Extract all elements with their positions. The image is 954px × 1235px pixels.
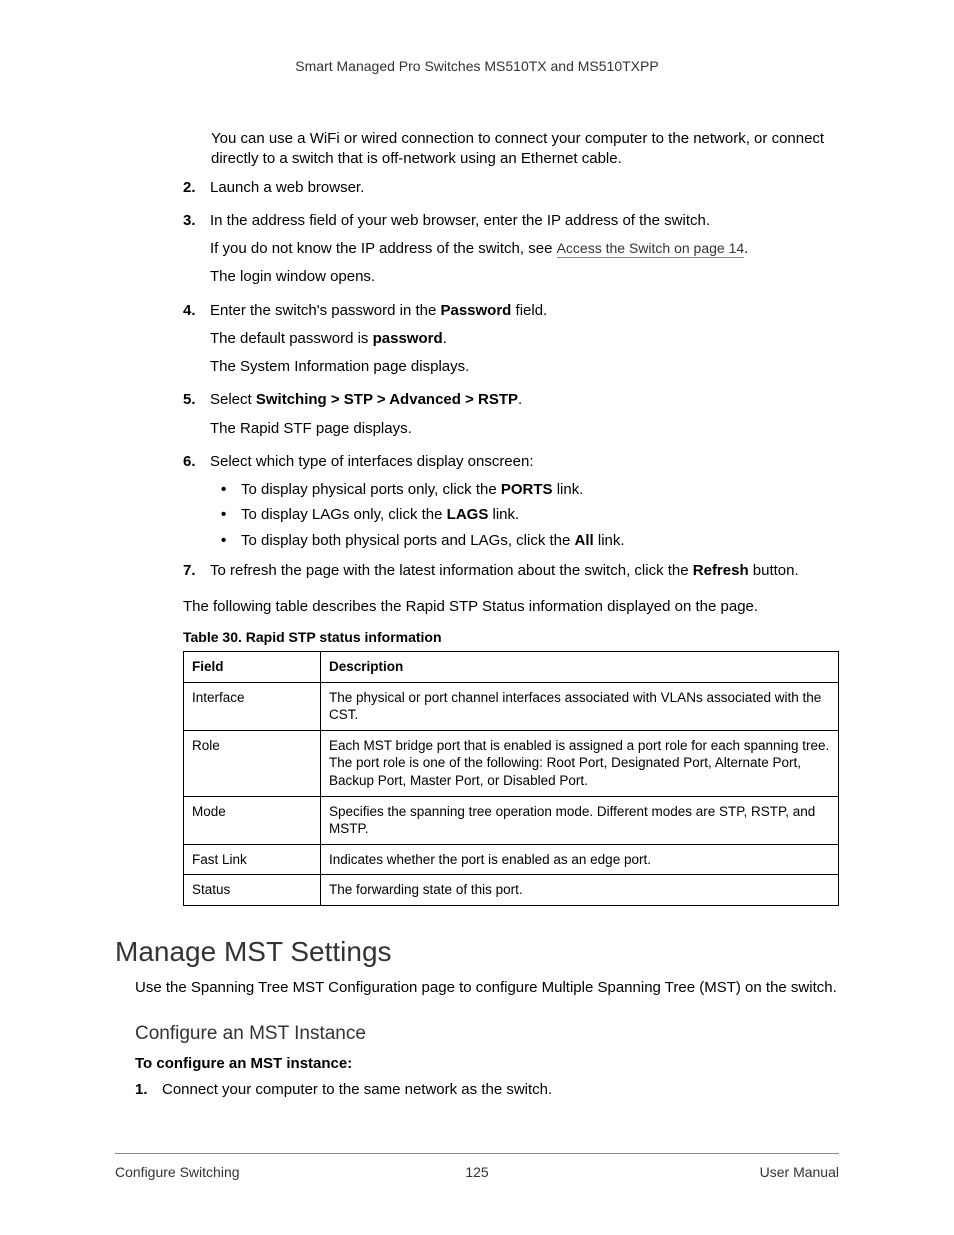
bullet-dot-icon: • xyxy=(221,505,241,525)
table-lead: The following table describes the Rapid … xyxy=(183,597,839,617)
sub-bullet-list: • To display physical ports only, click … xyxy=(221,480,839,551)
table-cell: Mode xyxy=(184,796,321,844)
bullet-dot-icon: • xyxy=(221,531,241,551)
rstp-status-table: Field Description Interface The physical… xyxy=(183,651,839,905)
step-text: Select which type of interfaces display … xyxy=(210,452,839,472)
step-3: 3. In the address field of your web brow… xyxy=(183,211,839,296)
step-number: 5. xyxy=(183,390,210,447)
step-detail: If you do not know the IP address of the… xyxy=(210,239,839,259)
task-step-1: 1. Connect your computer to the same net… xyxy=(135,1080,839,1108)
sub-bullet: • To display both physical ports and LAG… xyxy=(221,531,839,551)
subsection-heading: Configure an MST Instance xyxy=(135,1023,839,1045)
table-row: Status The forwarding state of this port… xyxy=(184,875,839,906)
step-detail: The default password is password. xyxy=(210,329,839,349)
sub-bullet: • To display physical ports only, click … xyxy=(221,480,839,500)
footer-page-number: 125 xyxy=(115,1164,839,1180)
section-intro: Use the Spanning Tree MST Configuration … xyxy=(135,978,839,998)
step-7: 7. To refresh the page with the latest i… xyxy=(183,561,839,589)
step-number: 2. xyxy=(183,178,210,206)
step-number: 3. xyxy=(183,211,210,296)
table-header-row: Field Description xyxy=(184,652,839,683)
step-detail: The Rapid STF page displays. xyxy=(210,419,839,439)
intro-paragraph: You can use a WiFi or wired connection t… xyxy=(211,129,839,170)
table-cell: Each MST bridge port that is enabled is … xyxy=(321,730,839,796)
step-text: Enter the switch's password in the Passw… xyxy=(210,301,839,321)
table-row: Mode Specifies the spanning tree operati… xyxy=(184,796,839,844)
step-5: 5. Select Switching > STP > Advanced > R… xyxy=(183,390,839,447)
step-number: 6. xyxy=(183,452,210,556)
access-switch-link[interactable]: Access the Switch on page 14 xyxy=(557,240,745,258)
sub-bullet: • To display LAGs only, click the LAGS l… xyxy=(221,505,839,525)
page-header: Smart Managed Pro Switches MS510TX and M… xyxy=(115,58,839,74)
table-cell: The forwarding state of this port. xyxy=(321,875,839,906)
section-heading: Manage MST Settings xyxy=(115,936,839,968)
step-text: Launch a web browser. xyxy=(210,178,839,198)
table-row: Interface The physical or port channel i… xyxy=(184,682,839,730)
step-number: 4. xyxy=(183,301,210,386)
table-header-cell: Description xyxy=(321,652,839,683)
table-row: Role Each MST bridge port that is enable… xyxy=(184,730,839,796)
step-text: Connect your computer to the same networ… xyxy=(162,1080,839,1100)
table-cell: Role xyxy=(184,730,321,796)
table-row: Fast Link Indicates whether the port is … xyxy=(184,844,839,875)
table-cell: Indicates whether the port is enabled as… xyxy=(321,844,839,875)
bullet-dot-icon: • xyxy=(221,480,241,500)
table-cell: Specifies the spanning tree operation mo… xyxy=(321,796,839,844)
step-2: 2. Launch a web browser. xyxy=(183,178,839,206)
step-detail: The login window opens. xyxy=(210,267,839,287)
step-4: 4. Enter the switch's password in the Pa… xyxy=(183,301,839,386)
table-cell: Interface xyxy=(184,682,321,730)
step-number: 1. xyxy=(135,1080,162,1108)
step-text: To refresh the page with the latest info… xyxy=(210,561,839,581)
step-detail: The System Information page displays. xyxy=(210,357,839,377)
step-number: 7. xyxy=(183,561,210,589)
step-6: 6. Select which type of interfaces displ… xyxy=(183,452,839,556)
task-lead: To configure an MST instance: xyxy=(135,1055,839,1072)
table-cell: The physical or port channel interfaces … xyxy=(321,682,839,730)
table-header-cell: Field xyxy=(184,652,321,683)
step-text: Select Switching > STP > Advanced > RSTP… xyxy=(210,390,839,410)
page-footer: Configure Switching 125 User Manual xyxy=(115,1153,839,1180)
table-caption: Table 30. Rapid STP status information xyxy=(183,629,839,645)
table-cell: Status xyxy=(184,875,321,906)
table-cell: Fast Link xyxy=(184,844,321,875)
step-text: In the address field of your web browser… xyxy=(210,211,839,231)
